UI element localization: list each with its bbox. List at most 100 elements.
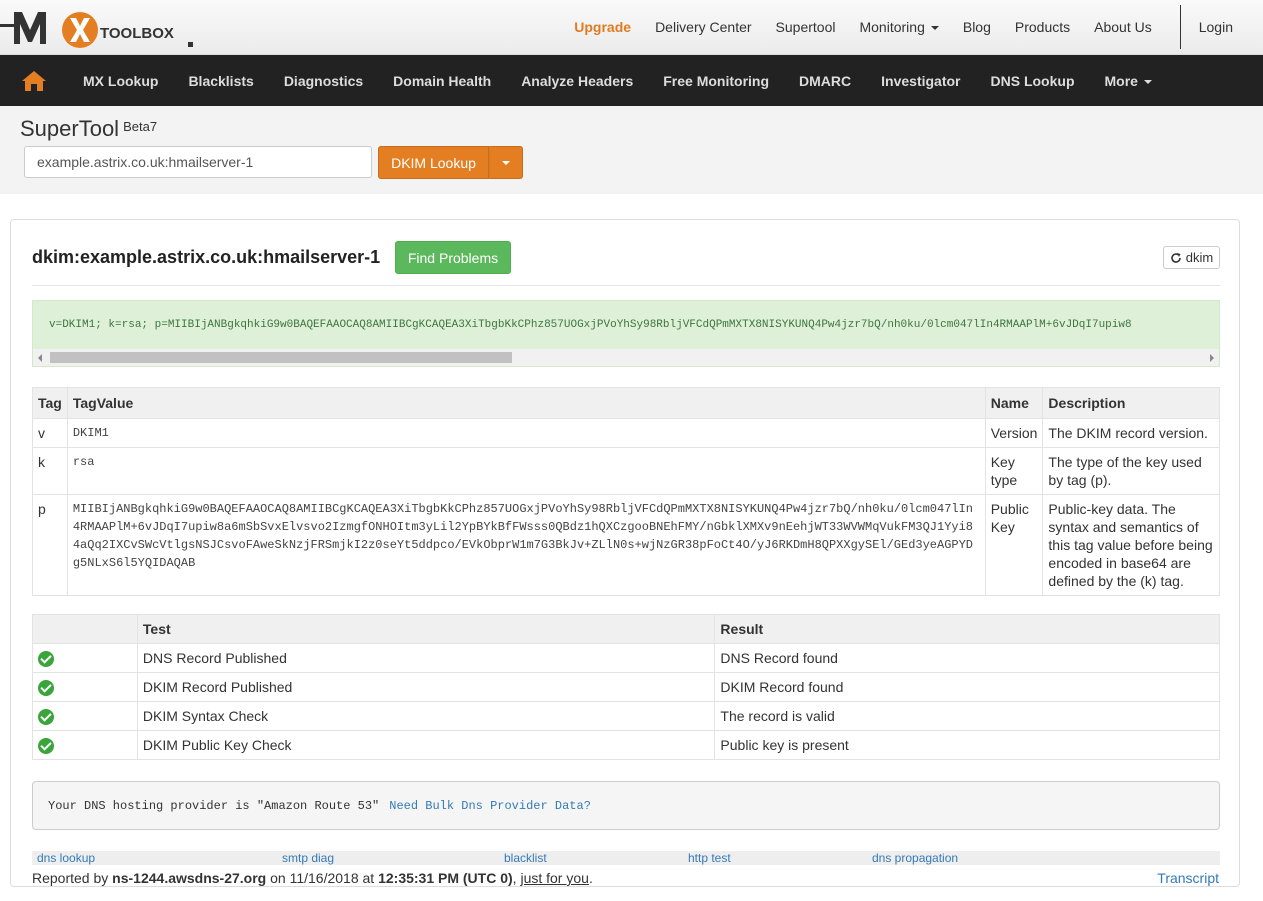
nav-about-us[interactable]: About Us (1082, 19, 1164, 35)
table-row: DKIM Syntax Check The record is valid (32, 701, 1220, 731)
name-cell: Key type (984, 447, 1044, 495)
main-nav: MX Lookup Blacklists Diagnostics Domain … (0, 55, 1263, 106)
tagvalue-cell: rsa (66, 447, 986, 495)
horizontal-scrollbar[interactable] (33, 349, 1219, 366)
check-circle-icon (38, 679, 54, 696)
nav-dns-lookup[interactable]: DNS Lookup (976, 73, 1090, 89)
result-cell: DKIM Record found (714, 672, 1220, 702)
nav-free-monitoring[interactable]: Free Monitoring (648, 73, 784, 89)
nav-more-label: More (1104, 72, 1138, 89)
reporting-server: ns-1244.awsdns-27.org (112, 870, 267, 886)
find-problems-button[interactable]: Find Problems (395, 241, 511, 274)
refresh-dkim-label: dkim (1185, 250, 1214, 265)
tag-cell: k (32, 447, 68, 495)
test-cell: DKIM Public Key Check (136, 730, 716, 760)
dkim-record-box: v=DKIM1; k=rsa; p=MIIBIjANBgkqhkiG9w0BAQ… (32, 300, 1220, 367)
name-cell: Public Key (984, 494, 1044, 596)
tagvalue-cell: DKIM1 (66, 418, 986, 448)
column-header-tagvalue: TagValue (66, 387, 986, 419)
name-cell: Version (984, 418, 1044, 448)
nav-dmarc[interactable]: DMARC (784, 73, 866, 89)
nav-supertool[interactable]: Supertool (764, 19, 848, 35)
result-cell: Public key is present (714, 730, 1220, 760)
link-smtp-diag[interactable]: smtp diag (282, 851, 334, 865)
nav-monitoring[interactable]: Monitoring (847, 19, 950, 35)
chevron-down-icon (1143, 79, 1152, 84)
top-header: TOOLBOX Upgrade Delivery Center Supertoo… (0, 0, 1263, 55)
chevron-down-icon (930, 26, 939, 31)
login-link[interactable]: Login (1185, 19, 1263, 35)
lookup-dropdown-toggle[interactable] (489, 146, 523, 179)
nav-domain-health[interactable]: Domain Health (378, 73, 506, 89)
test-results-table: Test Result DNS Record Published DNS Rec… (32, 614, 1220, 760)
quick-links-bar: dns lookup smtp diag blacklist http test… (32, 851, 1220, 865)
link-dns-propagation[interactable]: dns propagation (872, 851, 958, 865)
nav-diagnostics[interactable]: Diagnostics (269, 73, 378, 89)
nav-analyze-headers[interactable]: Analyze Headers (506, 73, 648, 89)
description-cell: Public-key data. The syntax and semantic… (1042, 494, 1220, 596)
table-row: p MIIBIjANBgkqhkiG9w0BAQEFAAOCAQ8AMIIBCg… (32, 494, 1220, 596)
result-panel: dkim:example.astrix.co.uk:hmailserver-1 … (10, 219, 1240, 887)
chevron-down-icon (502, 160, 510, 165)
nav-products[interactable]: Products (1003, 19, 1082, 35)
nav-delivery-center[interactable]: Delivery Center (643, 19, 763, 35)
reported-period: . (588, 870, 593, 886)
dns-provider-box: Your DNS hosting provider is "Amazon Rou… (32, 781, 1220, 830)
bulk-dns-provider-link[interactable]: Need Bulk Dns Provider Data? (389, 799, 591, 813)
reported-time: 12:35:31 PM (UTC 0) (378, 870, 513, 886)
nav-investigator[interactable]: Investigator (866, 73, 975, 89)
result-cell: The record is valid (714, 701, 1220, 731)
dkim-lookup-button[interactable]: DKIM Lookup (378, 146, 489, 179)
nav-blacklists[interactable]: Blacklists (173, 73, 268, 89)
dns-provider-text: Your DNS hosting provider is "Amazon Rou… (48, 799, 380, 813)
result-title: dkim:example.astrix.co.uk:hmailserver-1 (32, 247, 381, 267)
nav-mx-lookup[interactable]: MX Lookup (68, 73, 173, 89)
column-header-status (32, 614, 138, 644)
link-blacklist[interactable]: blacklist (504, 851, 547, 865)
refresh-icon (1171, 252, 1181, 263)
column-header-name: Name (984, 387, 1044, 419)
home-icon (22, 70, 46, 91)
nav-divider (1179, 5, 1181, 49)
nav-upgrade[interactable]: Upgrade (562, 19, 643, 35)
table-row: k rsa Key type The type of the key used … (32, 447, 1220, 495)
reported-on: on 11/16/2018 at (266, 870, 379, 886)
description-cell: The DKIM record version. (1042, 418, 1220, 448)
link-dns-lookup[interactable]: dns lookup (37, 851, 95, 865)
column-header-tag: Tag (32, 387, 68, 419)
transcript-link[interactable]: Transcript (1157, 870, 1219, 886)
reported-by-line: Reported by ns-1244.awsdns-27.org on 11/… (32, 870, 593, 886)
tag-cell: p (32, 494, 68, 596)
test-cell: DNS Record Published (136, 643, 716, 673)
scrollbar-thumb[interactable] (50, 352, 512, 363)
supertool-title-text: SuperTool (20, 116, 120, 141)
nav-blog[interactable]: Blog (951, 19, 1003, 35)
scroll-left-icon[interactable] (38, 354, 42, 362)
supertool-input[interactable] (24, 146, 372, 178)
logo-text: TOOLBOX (100, 25, 174, 42)
home-button[interactable] (0, 55, 68, 106)
table-header-row: Tag TagValue Name Description (32, 387, 1220, 419)
beta-label: Beta7 (123, 119, 158, 134)
status-cell (32, 643, 138, 673)
table-header-row: Test Result (32, 614, 1220, 644)
column-header-result: Result (714, 614, 1220, 644)
divider (32, 285, 1220, 286)
table-row: DNS Record Published DNS Record found (32, 643, 1220, 673)
top-nav: Upgrade Delivery Center Supertool Monito… (562, 0, 1263, 54)
check-circle-icon (38, 650, 54, 667)
test-cell: DKIM Syntax Check (136, 701, 716, 731)
tagvalue-cell: MIIBIjANBgkqhkiG9w0BAQEFAAOCAQ8AMIIBCgKC… (66, 494, 986, 596)
description-cell: The type of the key used by tag (p). (1042, 447, 1220, 495)
supertool-title: SuperTool Beta7 (20, 116, 157, 142)
nav-more[interactable]: More (1090, 73, 1167, 89)
status-cell (32, 730, 138, 760)
mxtoolbox-logo[interactable]: TOOLBOX (0, 4, 200, 50)
column-header-description: Description (1042, 387, 1220, 419)
link-http-test[interactable]: http test (688, 851, 731, 865)
table-row: v DKIM1 Version The DKIM record version. (32, 418, 1220, 448)
scroll-right-icon[interactable] (1210, 354, 1214, 362)
just-for-you-link[interactable]: just for you (520, 870, 588, 886)
refresh-dkim-button[interactable]: dkim (1163, 246, 1220, 269)
status-cell (32, 701, 138, 731)
